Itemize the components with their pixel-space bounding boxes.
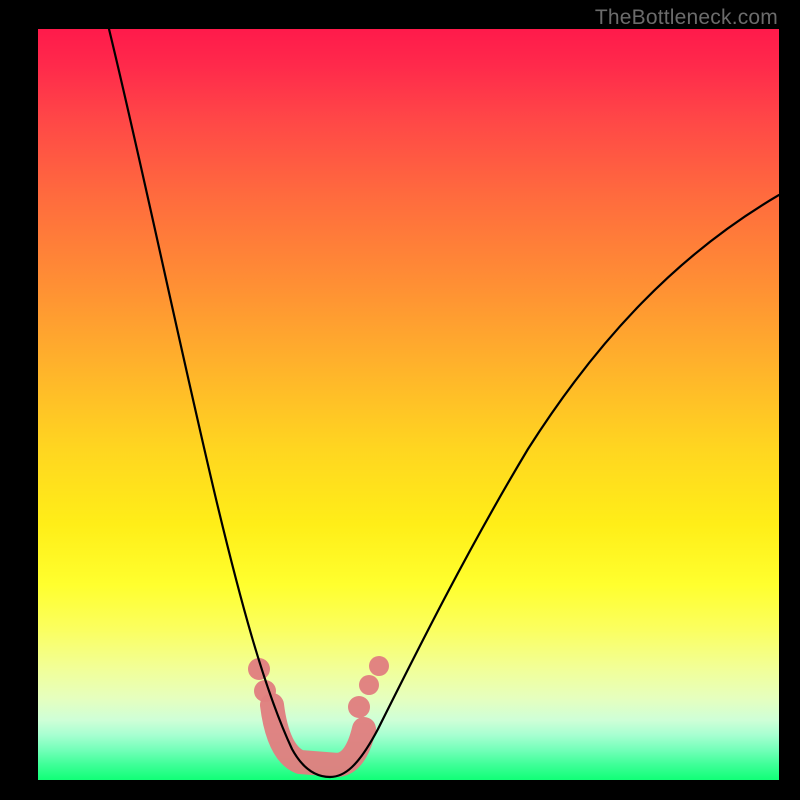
curve-layer xyxy=(38,29,779,780)
chart-frame: TheBottleneck.com xyxy=(0,0,800,800)
marker-dot xyxy=(359,675,379,695)
marker-dot xyxy=(348,696,370,718)
curve-left xyxy=(109,29,330,777)
plot-area xyxy=(38,29,779,780)
marker-dot xyxy=(369,656,389,676)
curve-right xyxy=(330,195,779,777)
watermark-text: TheBottleneck.com xyxy=(595,6,778,30)
